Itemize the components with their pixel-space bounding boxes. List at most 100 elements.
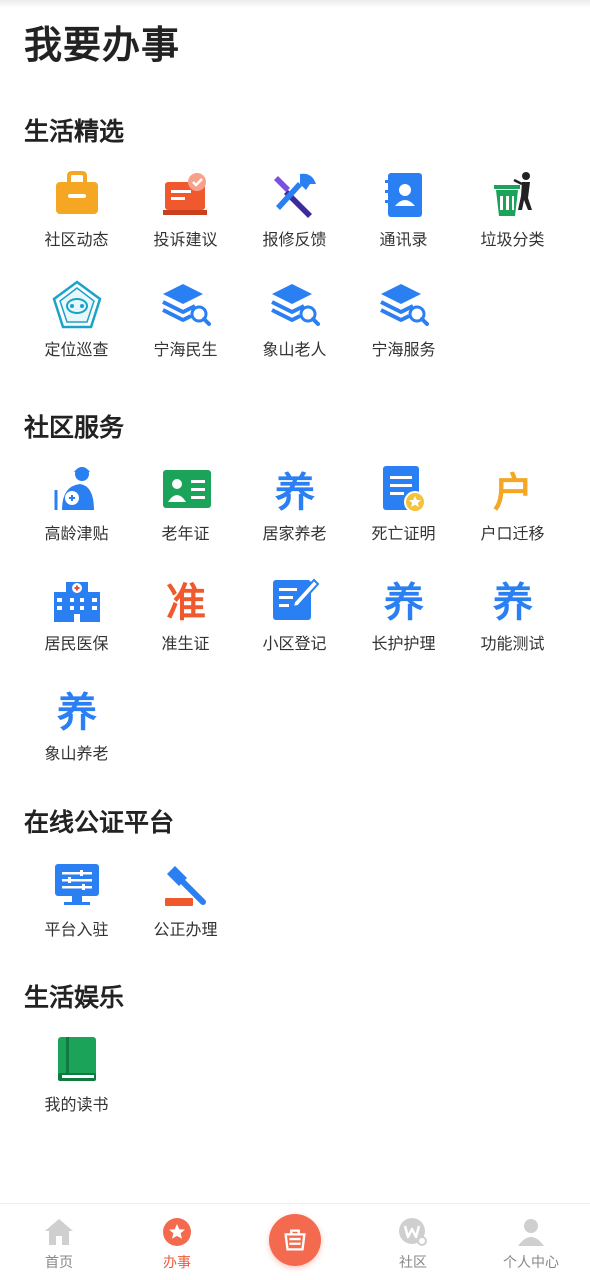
tile-label: 死亡证明 xyxy=(371,524,436,543)
grid-community-service: 高龄津贴 老年证 养 居家养老 死亡证明 户 户口迁移 居民医保 准 准生证 小… xyxy=(22,464,572,794)
user-icon xyxy=(515,1216,547,1248)
tile-label: 公正办理 xyxy=(153,920,218,939)
tile-xiangshan-elderly[interactable]: 象山老人 xyxy=(240,280,349,390)
tile-community-news[interactable]: 社区动态 xyxy=(22,170,131,280)
tile-location-patrol[interactable]: 定位巡查 xyxy=(22,280,131,390)
tile-label: 长护护理 xyxy=(371,634,436,653)
tile-resident-medical-insurance[interactable]: 居民医保 xyxy=(22,574,131,684)
gavel-icon xyxy=(161,860,211,910)
svg-text:养: 养 xyxy=(384,580,424,624)
grid-life-select: 社区动态 投诉建议 报修反馈 通讯录 垃圾分类 定位巡查 宁海民生 象山老人 宁… xyxy=(22,170,572,390)
tile-platform-onboard[interactable]: 平台入驻 xyxy=(22,860,131,970)
nav-affairs[interactable]: 办事 xyxy=(118,1204,236,1280)
elderly-allowance-icon xyxy=(52,464,102,514)
complaint-icon xyxy=(161,170,211,220)
briefcase-icon xyxy=(52,170,102,220)
tile-ninghai-service[interactable]: 宁海服务 xyxy=(349,280,458,390)
location-patrol-icon xyxy=(52,280,102,330)
yang-character-icon: 养 xyxy=(379,574,429,624)
tile-hukou-transfer[interactable]: 户 户口迁移 xyxy=(458,464,567,574)
tile-label: 宁海服务 xyxy=(371,340,436,359)
page-title: 我要办事 xyxy=(24,23,181,67)
nav-label: 个人中心 xyxy=(503,1255,559,1271)
tile-label: 投诉建议 xyxy=(153,230,218,249)
nav-center-service[interactable] xyxy=(236,1204,354,1280)
tile-ninghai-livelihood[interactable]: 宁海民生 xyxy=(131,280,240,390)
contacts-book-icon xyxy=(379,170,429,220)
tile-label: 通讯录 xyxy=(379,230,428,249)
tile-notary-handling[interactable]: 公正办理 xyxy=(131,860,240,970)
tile-label: 象山养老 xyxy=(44,744,109,763)
tile-label: 功能测试 xyxy=(480,634,545,653)
nav-label: 社区 xyxy=(399,1255,427,1271)
community-w-icon xyxy=(397,1216,429,1248)
nav-label: 办事 xyxy=(163,1255,191,1271)
section-title-community-service: 社区服务 xyxy=(24,413,125,442)
tile-complaint[interactable]: 投诉建议 xyxy=(131,170,240,280)
svg-text:养: 养 xyxy=(493,580,533,624)
tile-label: 平台入驻 xyxy=(44,920,109,939)
grid-notary-platform: 平台入驻 公正办理 xyxy=(22,860,572,970)
home-icon xyxy=(43,1216,75,1248)
layers-search-icon xyxy=(379,280,429,330)
tile-my-reading[interactable]: 我的读书 xyxy=(22,1035,131,1145)
yang-character-icon: 养 xyxy=(488,574,538,624)
tile-function-test[interactable]: 养 功能测试 xyxy=(458,574,567,684)
tile-trash-sorting[interactable]: 垃圾分类 xyxy=(458,170,567,280)
svg-text:准: 准 xyxy=(166,580,206,624)
nav-home[interactable]: 首页 xyxy=(0,1204,118,1280)
section-title-notary-platform: 在线公证平台 xyxy=(24,808,175,837)
tile-label: 定位巡查 xyxy=(44,340,109,359)
tile-label: 垃圾分类 xyxy=(480,230,545,249)
tile-label: 我的读书 xyxy=(44,1095,109,1114)
tile-label: 高龄津贴 xyxy=(44,524,109,543)
tile-label: 准生证 xyxy=(161,634,210,653)
tile-label: 社区动态 xyxy=(44,230,109,249)
repair-tools-icon xyxy=(270,170,320,220)
tile-community-registration[interactable]: 小区登记 xyxy=(240,574,349,684)
star-badge-icon xyxy=(161,1216,193,1248)
zhun-character-icon: 准 xyxy=(161,574,211,624)
svg-text:养: 养 xyxy=(275,470,315,514)
tile-label: 报修反馈 xyxy=(262,230,327,249)
layers-search-icon xyxy=(161,280,211,330)
section-title-life-entertainment: 生活娱乐 xyxy=(24,983,125,1012)
tile-label: 宁海民生 xyxy=(153,340,218,359)
edit-form-icon xyxy=(270,574,320,624)
tile-label: 居民医保 xyxy=(44,634,109,653)
tile-birth-permit[interactable]: 准 准生证 xyxy=(131,574,240,684)
grid-life-entertainment: 我的读书 xyxy=(22,1035,572,1145)
layers-search-icon xyxy=(270,280,320,330)
yang-character-icon: 养 xyxy=(52,684,102,734)
tile-label: 老年证 xyxy=(161,524,210,543)
tile-label: 户口迁移 xyxy=(480,524,545,543)
tile-xiangshan-elderly-care[interactable]: 养 象山养老 xyxy=(22,684,131,794)
section-title-life-select: 生活精选 xyxy=(24,117,125,146)
monitor-settings-icon xyxy=(52,860,102,910)
tile-repair-feedback[interactable]: 报修反馈 xyxy=(240,170,349,280)
bottom-nav: 首页 办事 社区 个人中心 xyxy=(0,1203,590,1280)
tile-senior-card[interactable]: 老年证 xyxy=(131,464,240,574)
tile-contacts[interactable]: 通讯录 xyxy=(349,170,458,280)
senior-card-icon xyxy=(161,464,211,514)
nav-profile[interactable]: 个人中心 xyxy=(472,1204,590,1280)
tile-label: 小区登记 xyxy=(262,634,327,653)
trash-sorting-icon xyxy=(488,170,538,220)
certificate-document-icon xyxy=(379,464,429,514)
tile-home-care[interactable]: 养 居家养老 xyxy=(240,464,349,574)
tile-label: 象山老人 xyxy=(262,340,327,359)
tile-death-certificate[interactable]: 死亡证明 xyxy=(349,464,458,574)
nav-label: 首页 xyxy=(45,1255,73,1271)
hospital-icon xyxy=(52,574,102,624)
status-shade xyxy=(0,0,590,8)
center-service-icon xyxy=(269,1214,321,1266)
book-icon xyxy=(52,1035,102,1085)
nav-community[interactable]: 社区 xyxy=(354,1204,472,1280)
tile-long-term-care[interactable]: 养 长护护理 xyxy=(349,574,458,684)
yang-character-icon: 养 xyxy=(270,464,320,514)
tile-label: 居家养老 xyxy=(262,524,327,543)
hu-character-icon: 户 xyxy=(488,464,538,514)
tile-elderly-allowance[interactable]: 高龄津贴 xyxy=(22,464,131,574)
svg-text:户: 户 xyxy=(493,470,533,514)
svg-text:养: 养 xyxy=(57,690,97,734)
